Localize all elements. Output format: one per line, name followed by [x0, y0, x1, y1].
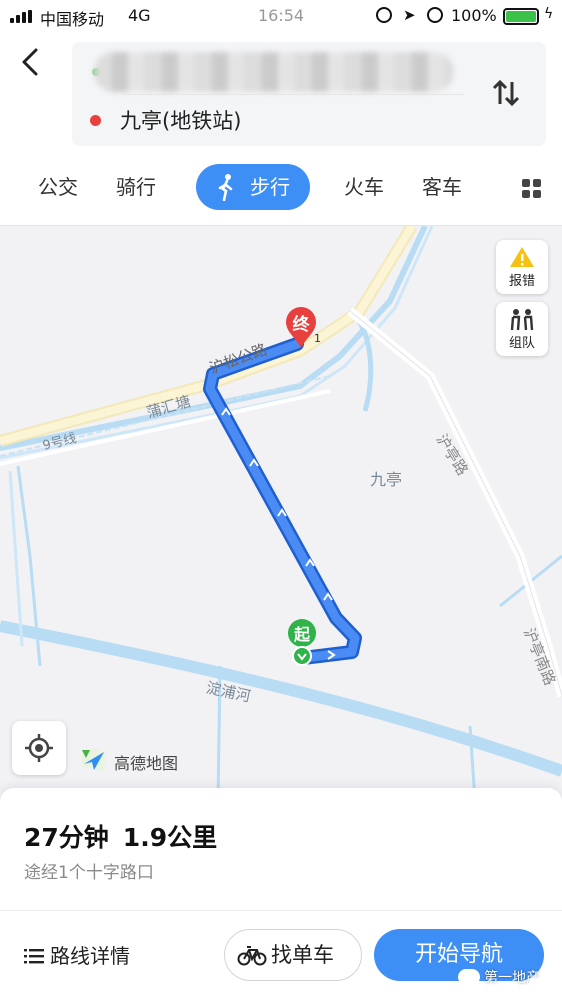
start-marker-label: 起	[293, 625, 310, 644]
wechat-icon	[458, 969, 480, 985]
destination-field[interactable]: 九亭(地铁站)	[120, 105, 241, 135]
battery-icon	[503, 8, 539, 25]
chevron-left-icon	[22, 48, 38, 76]
tab-coach[interactable]: 客车	[422, 164, 462, 210]
end-marker-label: 终	[292, 315, 310, 335]
map-label-jiuting: 九亭	[370, 470, 403, 489]
location-arrow-icon: ➤	[403, 6, 416, 24]
tab-walking-label: 步行	[250, 175, 290, 199]
origin-field-redacted[interactable]	[94, 52, 454, 92]
start-marker[interactable]: 起	[283, 618, 321, 666]
signal-icon	[10, 10, 34, 23]
tab-bus[interactable]: 公交	[38, 164, 78, 210]
report-error-button[interactable]: 报错	[496, 240, 548, 294]
route-details-button[interactable]: 路线详情	[24, 940, 130, 969]
swap-arrows-icon	[492, 79, 520, 107]
alarm-icon	[427, 7, 443, 23]
amap-logo-icon	[82, 748, 106, 772]
orientation-lock-icon	[376, 7, 392, 23]
transport-mode-tabs: 公交 骑行 步行 火车 客车	[0, 164, 562, 218]
map-canvas	[0, 226, 562, 800]
group-people-icon	[510, 309, 534, 331]
status-bar: 中国移动 4G 16:54 ➤ 100% ϟ	[0, 0, 562, 32]
battery-percent: 100%	[451, 6, 497, 25]
route-duration: 27分钟	[24, 823, 109, 852]
team-label: 组队	[508, 336, 535, 351]
back-button[interactable]	[16, 44, 52, 84]
tab-walking[interactable]: 步行	[196, 164, 310, 210]
route-summary: 27分钟 1.9公里	[24, 818, 217, 854]
bicycle-icon	[237, 946, 267, 966]
map-view[interactable]: 沪松公路 蒲汇塘 9号线 九亭 沪亭路 沪亭南路 淀浦河 终 1 起 报错 组队…	[0, 225, 562, 800]
divider	[0, 910, 562, 911]
charging-icon: ϟ	[544, 6, 554, 22]
walking-icon	[218, 174, 233, 201]
report-error-label: 报错	[508, 274, 535, 289]
end-marker[interactable]: 终 1	[284, 306, 321, 350]
route-input-box: 九亭(地铁站)	[72, 42, 546, 146]
grid-menu-icon[interactable]	[522, 179, 542, 199]
end-marker-index: 1	[314, 332, 321, 345]
warning-icon	[510, 247, 534, 267]
destination-dot-icon	[90, 115, 101, 126]
network-type: 4G	[128, 6, 151, 25]
team-button[interactable]: 组队	[496, 302, 548, 356]
carrier-name: 中国移动	[40, 10, 105, 29]
tab-train[interactable]: 火车	[344, 164, 384, 210]
status-time: 16:54	[258, 6, 305, 25]
route-via: 途经1个十字路口	[24, 863, 154, 883]
amap-brand-text: 高德地图	[114, 754, 179, 773]
swap-route-button[interactable]	[486, 78, 526, 114]
route-distance: 1.9公里	[122, 823, 218, 852]
route-details-label: 路线详情	[50, 944, 130, 968]
watermark-text: 第一地产	[484, 970, 540, 986]
locate-me-button[interactable]	[12, 721, 66, 775]
divider	[124, 94, 464, 95]
list-icon	[24, 949, 44, 964]
tab-cycling[interactable]: 骑行	[116, 164, 156, 210]
find-bike-button[interactable]: 找单车	[224, 929, 362, 981]
crosshair-icon	[25, 734, 53, 762]
wechat-watermark: 第一地产	[458, 966, 540, 987]
find-bike-label: 找单车	[271, 943, 334, 967]
